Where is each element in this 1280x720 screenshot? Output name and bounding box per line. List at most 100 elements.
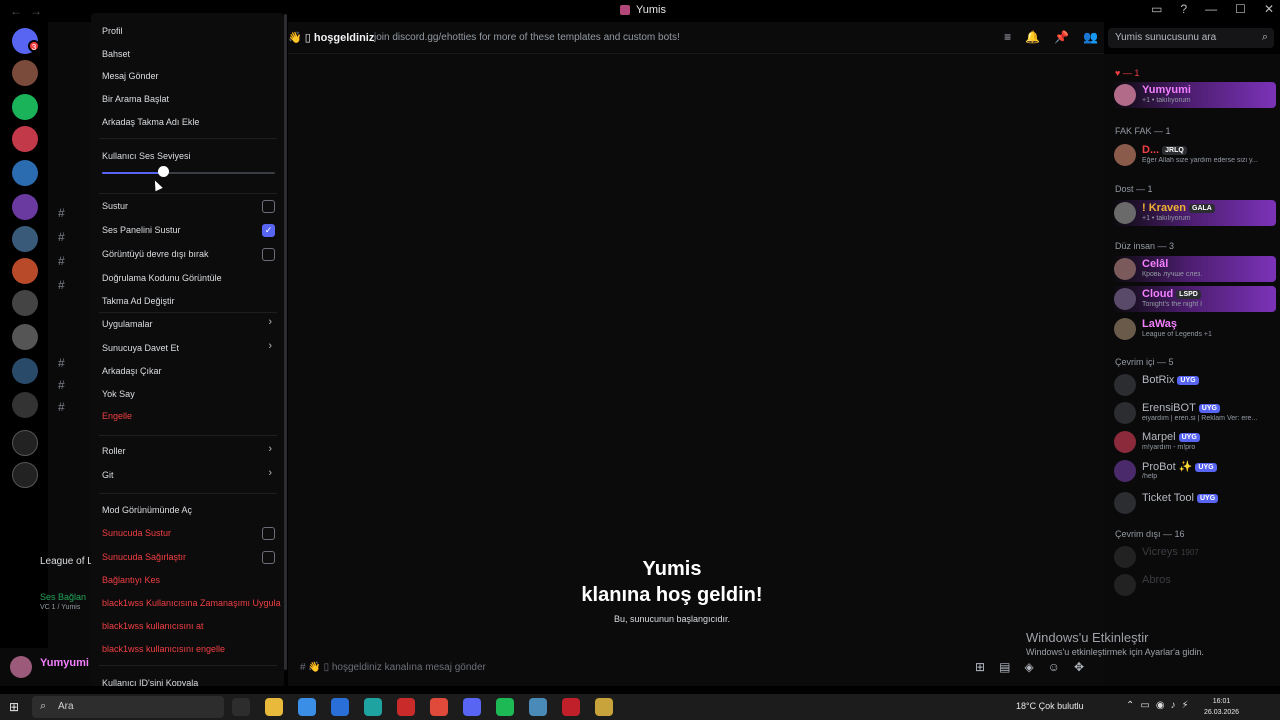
add-server-icon[interactable]	[12, 430, 38, 456]
menu-item-remove-friend[interactable]: Arkadaşı Çıkar	[102, 366, 162, 376]
menu-item-mod-view[interactable]: Mod Görünümünde Aç	[102, 505, 192, 515]
menu-item-apps[interactable]: Uygulamalar	[102, 319, 153, 329]
menu-item-mute-soundboard[interactable]: Ses Panelini Sustur	[102, 225, 181, 235]
menu-item-ban[interactable]: black1wss kullanıcısını engelle	[102, 644, 225, 654]
server-icon[interactable]	[12, 126, 38, 152]
file-explorer-icon[interactable]	[265, 698, 283, 716]
windows-start-icon[interactable]: ⊞	[9, 700, 19, 714]
mute-checkbox[interactable]	[262, 200, 275, 213]
minimize-button[interactable]: —	[1205, 2, 1217, 16]
menu-item-friend-nickname[interactable]: Arkadaş Takma Adı Ekle	[102, 117, 199, 127]
channel-item[interactable]: #	[58, 400, 73, 414]
edge-icon[interactable]	[364, 698, 382, 716]
discord-icon[interactable]	[463, 698, 481, 716]
maximize-button[interactable]: ☐	[1235, 2, 1246, 16]
message-input[interactable]: # 👋 ▯ hoşgeldiniz kanalına mesaj gönder …	[294, 656, 1092, 680]
member-item[interactable]: LaWaş League of Legends +1	[1112, 316, 1276, 342]
member-item[interactable]: Vicreys 1907	[1112, 544, 1276, 570]
emoji-icon[interactable]: ☺	[1048, 660, 1060, 674]
server-icon[interactable]	[12, 358, 38, 384]
menu-item-ignore[interactable]: Yok Say	[102, 389, 135, 399]
gift-icon[interactable]: ⊞	[975, 660, 985, 674]
menu-item-invite[interactable]: Sunucuya Davet Et	[102, 343, 179, 353]
clock[interactable]: 16:01 26.03.2026	[1204, 696, 1239, 718]
member-item[interactable]: Ticket Tool UYG	[1112, 490, 1276, 516]
member-item[interactable]: ! Kraven GALA +1 • takılıyorum	[1112, 200, 1276, 226]
member-item[interactable]: Yumyumi +1 • takılıyorum	[1112, 82, 1276, 108]
server-icon[interactable]	[12, 94, 38, 120]
steam-icon[interactable]	[529, 698, 547, 716]
member-item[interactable]: ProBot ✨ UYG /help	[1112, 458, 1276, 484]
server-icon[interactable]	[12, 324, 38, 350]
mute-soundboard-checkbox[interactable]: ✓	[262, 224, 275, 237]
menu-item-timeout[interactable]: black1wss Kullanıcısına Zamanaşımı Uygul…	[102, 598, 281, 608]
user-panel[interactable]: Yumyumi	[0, 648, 92, 686]
menu-item-change-nick[interactable]: Takma Ad Değiştir	[102, 296, 175, 306]
apps-icon[interactable]: ✥	[1074, 660, 1084, 674]
menu-item-profile[interactable]: Profil	[102, 26, 123, 36]
member-item[interactable]: Cloud LSPD Tonight's the night I	[1112, 286, 1276, 312]
menu-item-verify-code[interactable]: Doğrulama Kodunu Görüntüle	[102, 273, 222, 283]
menu-item-mention[interactable]: Bahset	[102, 49, 130, 59]
server-icon[interactable]	[12, 392, 38, 418]
inbox-icon[interactable]: ▭	[1151, 2, 1162, 16]
volume-slider-handle[interactable]	[157, 166, 169, 177]
taskbar-search[interactable]: ⌕ Ara	[32, 696, 224, 718]
member-item[interactable]: Abros	[1112, 572, 1276, 598]
member-item[interactable]: Celâl Кровь лучше слез.	[1112, 256, 1276, 282]
members-icon[interactable]: 👥	[1083, 30, 1098, 44]
channel-item[interactable]: #	[58, 278, 73, 292]
menu-item-disable-video[interactable]: Görüntüyü devre dışı bırak	[102, 249, 209, 259]
spotify-icon[interactable]	[496, 698, 514, 716]
server-icon[interactable]	[12, 258, 38, 284]
menu-item-block[interactable]: Engelle	[102, 411, 132, 421]
channel-item[interactable]: #	[58, 206, 73, 220]
mail-icon[interactable]	[331, 698, 349, 716]
close-button[interactable]: ✕	[1264, 2, 1274, 16]
menu-item-server-deafen[interactable]: Sunucuda Sağırlaştır	[102, 552, 186, 562]
menu-item-message[interactable]: Mesaj Gönder	[102, 71, 159, 81]
menu-item-go[interactable]: Git	[102, 470, 114, 480]
menu-item-disconnect[interactable]: Bağlantıyı Kes	[102, 575, 160, 585]
channel-topic[interactable]: join discord.gg/ehotties for more of the…	[374, 32, 680, 43]
system-tray[interactable]: ⌃▭◉♪⚡	[1126, 700, 1195, 711]
server-deafen-checkbox[interactable]	[262, 551, 275, 564]
threads-icon[interactable]: ≡	[1004, 30, 1011, 44]
menu-item-roles[interactable]: Roller	[102, 446, 126, 456]
server-icon[interactable]	[12, 290, 38, 316]
chrome-icon[interactable]	[430, 698, 448, 716]
menu-item-copy-id[interactable]: Kullanıcı ID'sini Kopyala	[102, 678, 198, 686]
server-icon[interactable]	[12, 194, 38, 220]
server-search[interactable]: Yumis sunucusunu ara ⌕	[1108, 28, 1274, 48]
disable-video-checkbox[interactable]	[262, 248, 275, 261]
help-icon[interactable]: ?	[1180, 2, 1187, 16]
menu-item-server-mute[interactable]: Sunucuda Sustur	[102, 528, 171, 538]
store-icon[interactable]	[298, 698, 316, 716]
menu-item-call[interactable]: Bir Arama Başlat	[102, 94, 169, 104]
gif-icon[interactable]: ▤	[999, 660, 1010, 674]
task-view-icon[interactable]	[232, 698, 250, 716]
member-item[interactable]: BotRix UYG	[1112, 372, 1276, 398]
discover-icon[interactable]	[12, 462, 38, 488]
server-icon[interactable]	[12, 60, 38, 86]
menu-scrollbar[interactable]	[284, 14, 287, 670]
member-item[interactable]: Marpel UYG m!yardım - m!pro	[1112, 429, 1276, 455]
nav-arrows[interactable]: ←→	[10, 4, 50, 18]
menu-item-mute[interactable]: Sustur	[102, 201, 128, 211]
server-icon[interactable]	[12, 160, 38, 186]
app-icon[interactable]	[562, 698, 580, 716]
member-item[interactable]: D... JRLQ Eğer Allah size yardım ederse s…	[1112, 142, 1276, 168]
bell-icon[interactable]: 🔔	[1025, 30, 1040, 44]
channel-item[interactable]: #	[58, 254, 73, 268]
server-mute-checkbox[interactable]	[262, 527, 275, 540]
menu-item-kick[interactable]: black1wss kullanıcısını at	[102, 621, 204, 631]
pin-icon[interactable]: 📌	[1054, 30, 1069, 44]
opera-icon[interactable]	[397, 698, 415, 716]
channel-item[interactable]: #	[58, 230, 73, 244]
channel-item[interactable]: #	[58, 378, 73, 392]
channel-item[interactable]: #	[58, 356, 73, 370]
sticker-icon[interactable]: ◈	[1024, 660, 1033, 674]
member-item[interactable]: ErensiBOT UYG eiyardım | eren.si | Reklam…	[1112, 400, 1276, 426]
weather[interactable]: 18°C Çok bulutlu	[1016, 701, 1084, 711]
server-icon[interactable]	[12, 226, 38, 252]
